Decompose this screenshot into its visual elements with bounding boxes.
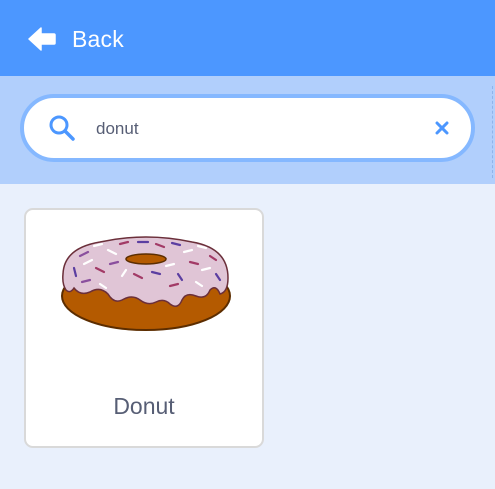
sprite-name: Donut — [113, 393, 175, 419]
back-button[interactable]: Back — [28, 24, 124, 54]
sprite-card[interactable]: Donut — [24, 208, 264, 448]
search-field[interactable] — [20, 94, 475, 162]
search-input[interactable] — [96, 116, 416, 142]
header-bar: Back — [0, 0, 495, 76]
close-icon[interactable] — [435, 121, 449, 135]
search-icon — [49, 115, 75, 141]
divider — [492, 86, 493, 178]
donut-image — [61, 236, 231, 331]
back-label: Back — [72, 25, 124, 52]
arrow-left-icon — [28, 27, 56, 51]
